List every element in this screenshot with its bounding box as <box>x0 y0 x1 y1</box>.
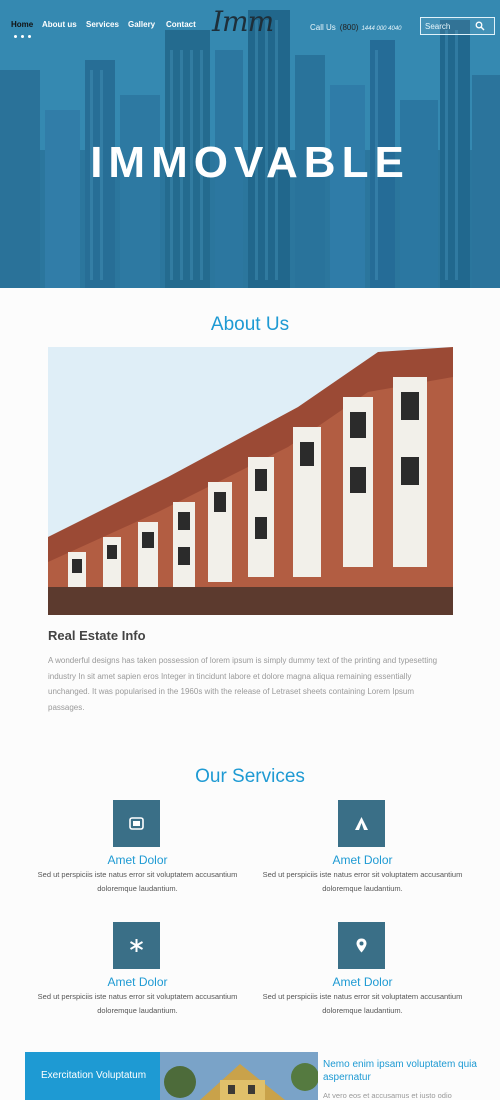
search-input[interactable] <box>425 20 475 33</box>
nav-contact-link[interactable]: Contact <box>166 20 196 29</box>
call-us-area-code: (800) <box>339 23 359 32</box>
call-us-number: 1444 000 4040 <box>361 26 402 32</box>
nav-home-link[interactable]: Home <box>11 20 33 29</box>
service-title-4: Amet Dolor <box>332 975 393 989</box>
real-estate-info-title: Real Estate Info <box>48 628 146 643</box>
tent-icon <box>338 800 385 847</box>
nav-about-link[interactable]: About us <box>42 20 77 29</box>
service-title-2: Amet Dolor <box>332 853 393 867</box>
feature-house-image <box>160 1052 318 1100</box>
feature-blue-text: Exercitation Voluptatum <box>41 1070 147 1081</box>
service-title-1: Amet Dolor <box>107 853 168 867</box>
nav-gallery-link[interactable]: Gallery <box>128 20 155 29</box>
search-box <box>420 17 495 35</box>
call-us-info: Call Us (800) 1444 000 4040 <box>310 23 402 32</box>
feature-title: Nemo enim ipsam voluptatem quia aspernat… <box>323 1059 477 1083</box>
site-logo[interactable]: Imm <box>212 5 274 38</box>
service-text-4: Sed ut perspiciis iste natus error sit v… <box>262 992 463 1015</box>
active-indicator-dots <box>12 35 32 38</box>
about-building-image <box>48 347 453 615</box>
hero-title: IMMOVABLE <box>90 138 410 187</box>
hero-banner: Home About us Services Gallery Contact I… <box>0 0 500 288</box>
map-marker-icon <box>338 922 385 969</box>
call-us-label: Call Us <box>310 23 336 32</box>
feature-blue-panel: Exercitation Voluptatum <box>25 1052 160 1100</box>
about-heading: About Us <box>210 314 290 335</box>
services-heading: Our Services <box>195 766 305 787</box>
service-text-3: Sed ut perspiciis iste natus error sit v… <box>37 992 238 1015</box>
service-title-3: Amet Dolor <box>107 975 168 989</box>
camera-icon <box>113 800 160 847</box>
real-estate-info-text: A wonderful designs has taken possession… <box>48 656 438 712</box>
service-text-1: Sed ut perspiciis iste natus error sit v… <box>37 870 238 893</box>
feature-text: At vero eos et accusamus et iusto odio <box>323 1091 452 1100</box>
asterisk-icon <box>113 922 160 969</box>
service-text-2: Sed ut perspiciis iste natus error sit v… <box>262 870 463 893</box>
search-icon[interactable] <box>475 21 485 31</box>
top-navigation: Home About us Services Gallery Contact I… <box>0 0 500 50</box>
nav-services-link[interactable]: Services <box>86 20 119 29</box>
